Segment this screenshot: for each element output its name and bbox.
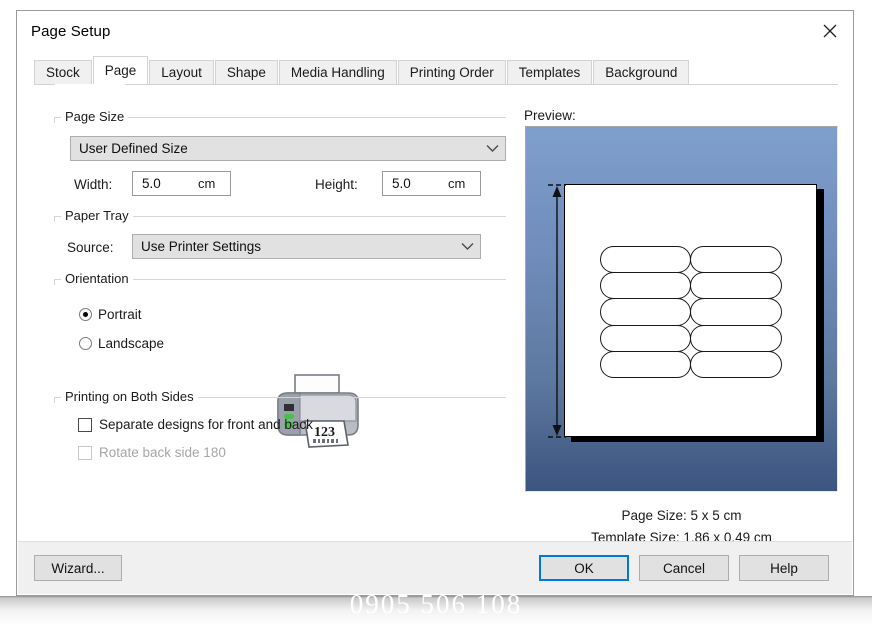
wizard-button[interactable]: Wizard... [34, 555, 122, 581]
group-page-size-title: Page Size [61, 109, 129, 124]
paper-source-value: Use Printer Settings [141, 239, 262, 254]
label-pill [690, 245, 782, 273]
vertical-dimension-arrow-icon [548, 184, 566, 438]
tab-templates[interactable]: Templates [506, 60, 593, 84]
label-pill [599, 271, 691, 300]
page-size-preset-value: User Defined Size [79, 141, 188, 156]
label-pill [599, 351, 691, 379]
width-unit: cm [198, 176, 216, 191]
group-both-sides-title: Printing on Both Sides [61, 389, 198, 404]
tab-page[interactable]: Page [92, 56, 149, 84]
ok-button[interactable]: OK [539, 555, 629, 581]
checkbox-separate-designs-label: Separate designs for front and back [99, 417, 313, 432]
width-label: Width: [74, 177, 113, 192]
radio-portrait-label: Portrait [98, 307, 142, 322]
close-icon[interactable] [807, 11, 853, 51]
printer-icon: 123 [270, 373, 366, 457]
label-grid [599, 245, 782, 379]
label-pill [599, 298, 691, 326]
height-input[interactable]: 5.0 cm [382, 171, 481, 196]
checkbox-separate-designs[interactable]: Separate designs for front and back [78, 417, 313, 432]
radio-portrait[interactable]: Portrait [79, 307, 142, 322]
label-pill [690, 298, 782, 326]
checkbox-rotate-back-side-label: Rotate back side 180 [99, 445, 226, 460]
label-pill [690, 351, 782, 379]
radio-landscape-label: Landscape [98, 336, 165, 351]
page-setup-dialog: Page Setup Stock Page Layout Shape Media… [16, 10, 854, 596]
height-unit: cm [448, 176, 466, 191]
svg-text:123: 123 [314, 425, 335, 440]
preview-sheet [564, 184, 817, 437]
group-tick [54, 117, 55, 123]
title-bar: Page Setup [17, 11, 853, 52]
tab-background[interactable]: Background [593, 60, 690, 84]
screen: Page Setup Stock Page Layout Shape Media… [0, 0, 872, 628]
tab-media-handling[interactable]: Media Handling [278, 60, 397, 84]
group-both-sides: Printing on Both Sides [54, 389, 506, 404]
tab-shape[interactable]: Shape [214, 60, 278, 84]
radio-portrait-indicator [79, 308, 92, 321]
radio-landscape[interactable]: Landscape [79, 336, 164, 351]
height-label: Height: [315, 177, 358, 192]
group-paper-tray: Paper Tray [54, 208, 506, 223]
group-tick [54, 397, 55, 403]
cancel-button[interactable]: Cancel [639, 555, 729, 581]
page-size-preset-combobox[interactable]: User Defined Size [70, 136, 506, 161]
checkbox-separate-designs-box [78, 417, 92, 432]
group-tick [54, 279, 55, 285]
width-input[interactable]: 5.0 cm [132, 171, 231, 196]
chevron-down-icon[interactable] [454, 242, 480, 251]
group-paper-tray-title: Paper Tray [61, 208, 133, 223]
chevron-down-icon[interactable] [479, 144, 505, 153]
group-tick [54, 216, 55, 222]
source-label: Source: [67, 240, 114, 255]
width-value: 5.0 [142, 176, 161, 191]
label-pill [599, 324, 691, 353]
height-value: 5.0 [392, 176, 411, 191]
help-button[interactable]: Help [739, 555, 829, 581]
group-page-size: Page Size [54, 109, 506, 124]
label-pill [690, 324, 782, 353]
tab-printing-order[interactable]: Printing Order [397, 60, 506, 84]
group-orientation: Orientation [54, 271, 506, 286]
preview-page-size: Page Size: 5 x 5 cm [621, 508, 742, 523]
group-orientation-title: Orientation [61, 271, 133, 286]
preview-pane [525, 126, 838, 492]
page-title: Page Setup [31, 23, 111, 40]
checkbox-rotate-back-side-box [78, 445, 92, 460]
page-bottom-fade [0, 596, 872, 628]
tab-stock[interactable]: Stock [34, 60, 92, 84]
radio-landscape-indicator [79, 337, 92, 350]
label-pill [599, 245, 691, 273]
paper-source-combobox[interactable]: Use Printer Settings [132, 234, 481, 259]
dialog-footer: Wizard... OK Cancel Help [18, 541, 852, 594]
checkbox-rotate-back-side: Rotate back side 180 [78, 445, 226, 460]
tab-strip: Stock Page Layout Shape Media Handling P… [34, 56, 836, 84]
preview-label: Preview: [524, 108, 576, 123]
tab-layout[interactable]: Layout [149, 60, 214, 84]
label-pill [690, 271, 782, 300]
